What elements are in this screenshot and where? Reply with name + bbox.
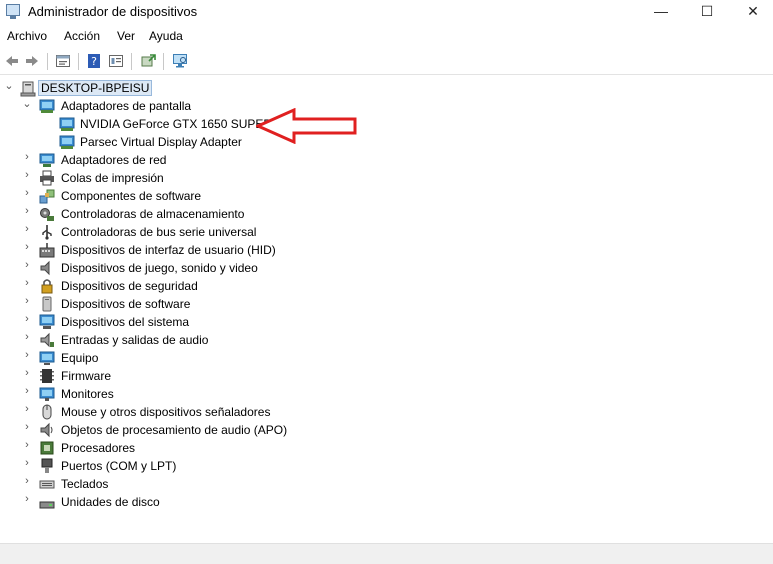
toolbar-separator xyxy=(47,53,48,70)
collapse-chevron-icon[interactable]: ⌄ xyxy=(22,97,32,115)
category-item[interactable]: Dispositivos de interfaz de usuario (HID… xyxy=(61,241,276,259)
expand-chevron-icon[interactable]: › xyxy=(22,187,32,205)
expand-chevron-icon[interactable]: › xyxy=(22,493,32,511)
audio-apo-icon xyxy=(39,422,55,438)
category-item[interactable]: Dispositivos del sistema xyxy=(61,313,189,331)
device-nvidia-gtx-1650-super[interactable]: NVIDIA GeForce GTX 1650 SUPER xyxy=(80,115,272,133)
category-item[interactable]: Firmware xyxy=(61,367,111,385)
properties-icon[interactable] xyxy=(55,53,71,69)
category-item[interactable]: Componentes de software xyxy=(61,187,201,205)
device-manager-app-icon xyxy=(6,4,20,19)
usb-icon xyxy=(39,224,55,240)
expand-chevron-icon[interactable]: › xyxy=(22,295,32,313)
expand-chevron-icon[interactable]: › xyxy=(22,403,32,421)
device-tree: ⌄ DESKTOP-IBPEISU ⌄ Adaptadores de panta… xyxy=(0,78,773,538)
category-item[interactable]: Puertos (COM y LPT) xyxy=(61,457,176,475)
maximize-button[interactable]: ☐ xyxy=(684,0,730,24)
category-item[interactable]: Dispositivos de seguridad xyxy=(61,277,198,295)
forward-arrow-icon[interactable] xyxy=(24,53,40,69)
processor-icon xyxy=(39,440,55,456)
toolbar-separator xyxy=(163,53,164,70)
toolbar-separator xyxy=(131,53,132,70)
expand-chevron-icon[interactable]: › xyxy=(22,349,32,367)
category-item[interactable]: Teclados xyxy=(61,475,108,493)
display-adapter-icon xyxy=(39,98,55,114)
svg-text:?: ? xyxy=(91,55,97,68)
back-arrow-icon[interactable] xyxy=(4,53,20,69)
software-device-icon xyxy=(39,296,55,312)
category-item[interactable]: Controladoras de bus serie universal xyxy=(61,223,256,241)
device-parsec-virtual-display-adapter[interactable]: Parsec Virtual Display Adapter xyxy=(80,133,242,151)
computer-icon xyxy=(39,350,55,366)
category-item[interactable]: Dispositivos de juego, sonido y video xyxy=(61,259,258,277)
scan-hardware-icon[interactable] xyxy=(172,53,188,69)
minimize-button[interactable]: — xyxy=(638,0,684,24)
audio-io-icon xyxy=(39,332,55,348)
toolbar-separator xyxy=(78,53,79,70)
display-adapter-icon xyxy=(59,116,75,132)
category-item[interactable]: Objetos de procesamiento de audio (APO) xyxy=(61,421,287,439)
expand-chevron-icon[interactable]: › xyxy=(22,475,32,493)
expand-chevron-icon[interactable]: › xyxy=(22,367,32,385)
expand-chevron-icon[interactable]: › xyxy=(22,331,32,349)
category-item[interactable]: Monitores xyxy=(61,385,114,403)
expand-chevron-icon[interactable]: › xyxy=(22,439,32,457)
category-adaptadores-de-pantalla[interactable]: Adaptadores de pantalla xyxy=(61,97,191,115)
software-component-icon xyxy=(39,188,55,204)
help-icon[interactable]: ? xyxy=(86,53,102,69)
category-item[interactable]: Entradas y salidas de audio xyxy=(61,331,208,349)
monitor-icon xyxy=(39,386,55,402)
disk-drive-icon xyxy=(39,494,55,510)
expand-chevron-icon[interactable]: › xyxy=(22,241,32,259)
menu-bar: Archivo Acción Ver Ayuda xyxy=(0,26,773,46)
expand-chevron-icon[interactable]: › xyxy=(22,169,32,187)
expand-chevron-icon[interactable]: › xyxy=(22,457,32,475)
toolbar: ? xyxy=(0,48,773,75)
expand-chevron-icon[interactable]: › xyxy=(22,259,32,277)
title-bar: Administrador de dispositivos — ☐ ✕ xyxy=(0,0,773,24)
collapse-chevron-icon[interactable]: ⌄ xyxy=(4,79,14,97)
port-icon xyxy=(39,458,55,474)
expand-chevron-icon[interactable]: › xyxy=(22,223,32,241)
menu-archivo[interactable]: Archivo xyxy=(7,29,47,43)
expand-chevron-icon[interactable]: › xyxy=(22,205,32,223)
window-title: Administrador de dispositivos xyxy=(28,4,198,19)
menu-ayuda[interactable]: Ayuda xyxy=(149,29,183,43)
tree-root[interactable]: DESKTOP-IBPEISU xyxy=(38,79,153,97)
tree-root-label: DESKTOP-IBPEISU xyxy=(38,80,153,96)
storage-controller-icon xyxy=(39,206,55,222)
keyboard-icon xyxy=(39,476,55,492)
category-item[interactable]: Mouse y otros dispositivos señaladores xyxy=(61,403,270,421)
expand-chevron-icon[interactable]: › xyxy=(22,385,32,403)
mouse-icon xyxy=(39,404,55,420)
update-driver-icon[interactable] xyxy=(140,53,156,69)
category-item[interactable]: Adaptadores de red xyxy=(61,151,166,169)
category-item[interactable]: Unidades de disco xyxy=(61,493,160,511)
expand-chevron-icon[interactable]: › xyxy=(22,313,32,331)
category-item[interactable]: Colas de impresión xyxy=(61,169,164,187)
speaker-icon xyxy=(39,260,55,276)
computer-root-icon xyxy=(20,81,36,97)
category-item[interactable]: Equipo xyxy=(61,349,98,367)
printer-icon xyxy=(39,170,55,186)
display-adapter-icon xyxy=(59,134,75,150)
menu-ver[interactable]: Ver xyxy=(117,29,135,43)
firmware-icon xyxy=(39,368,55,384)
security-device-icon xyxy=(39,278,55,294)
hid-icon xyxy=(39,242,55,258)
expand-chevron-icon[interactable]: › xyxy=(22,421,32,439)
red-arrow-icon xyxy=(256,108,357,144)
menu-accion[interactable]: Acción xyxy=(64,29,100,43)
network-adapter-icon xyxy=(39,152,55,168)
category-item[interactable]: Controladoras de almacenamiento xyxy=(61,205,244,223)
status-bar xyxy=(0,543,773,564)
category-item[interactable]: Procesadores xyxy=(61,439,135,457)
view-icon[interactable] xyxy=(108,53,124,69)
close-button[interactable]: ✕ xyxy=(730,0,773,24)
system-device-icon xyxy=(39,314,55,330)
category-item[interactable]: Dispositivos de software xyxy=(61,295,190,313)
expand-chevron-icon[interactable]: › xyxy=(22,151,32,169)
expand-chevron-icon[interactable]: › xyxy=(22,277,32,295)
